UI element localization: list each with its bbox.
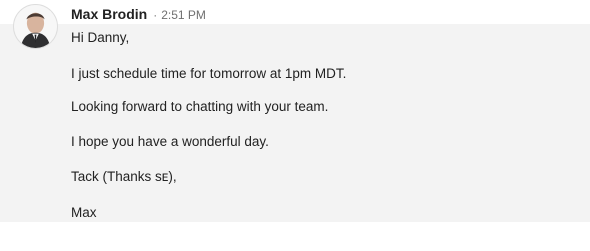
sender-name[interactable]: Max Brodin bbox=[71, 6, 147, 22]
message-background bbox=[0, 24, 590, 222]
message-line-looking-forward: Looking forward to chatting with your te… bbox=[71, 99, 329, 114]
message-line-greeting: Hi Danny, bbox=[71, 30, 130, 45]
message-line-signature: Max bbox=[71, 205, 97, 220]
message-header: Max Brodin · 2:51 PM bbox=[71, 6, 206, 24]
avatar[interactable] bbox=[13, 4, 58, 49]
message-timestamp: 2:51 PM bbox=[161, 8, 206, 22]
message-line-thanks: Tack (Thanks sᴇ), bbox=[71, 169, 177, 184]
message-line-schedule: I just schedule time for tomorrow at 1pm… bbox=[71, 66, 347, 81]
header-separator: · bbox=[153, 8, 158, 22]
person-photo-icon bbox=[14, 5, 57, 48]
message-line-wish: I hope you have a wonderful day. bbox=[71, 134, 269, 149]
chat-message-frame: Max Brodin · 2:51 PM Hi Danny, I just sc… bbox=[0, 0, 590, 251]
